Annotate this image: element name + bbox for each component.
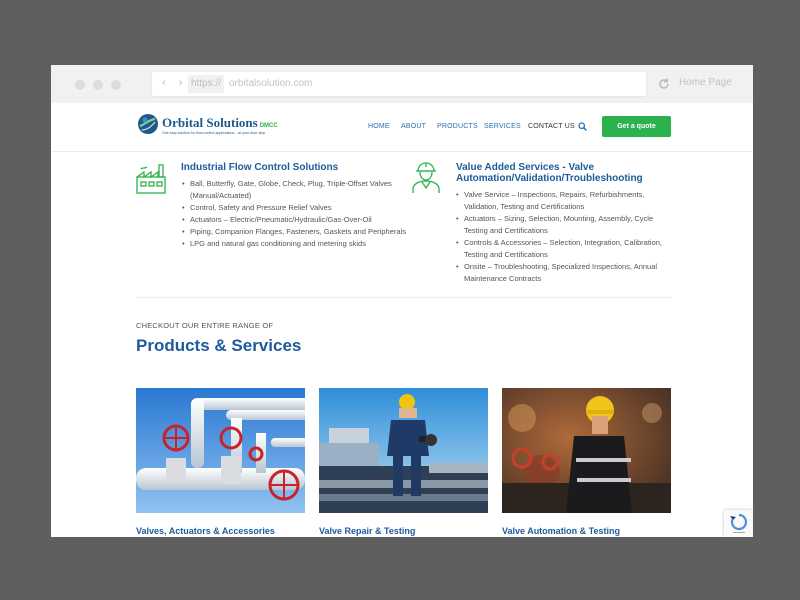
browser-window: ‹ › https:// orbitalsolution.com Home Pa… [51, 65, 753, 537]
card-title-automation[interactable]: Valve Automation & Testing [502, 526, 620, 536]
range-eyebrow: CHECKOUT OUR ENTIRE RANGE OF [136, 321, 274, 330]
nav-contact-us[interactable]: CONTACT US [528, 123, 575, 130]
recaptcha-icon [730, 513, 748, 533]
logo-suffix: DMCC [259, 123, 278, 129]
logo-name-text: Orbital Solutions [162, 115, 258, 130]
list-item: Valve Service – Inspections, Repairs, Re… [456, 189, 671, 213]
window-close-control[interactable] [75, 80, 85, 90]
recaptcha-badge[interactable] [724, 510, 753, 537]
globe-logo-icon[interactable] [137, 113, 159, 135]
range-title: Products & Services [136, 336, 302, 355]
card-title-valves[interactable]: Valves, Actuators & Accessories [136, 526, 275, 536]
list-item: Controls & Accessories – Selection, Inte… [456, 237, 671, 261]
list-item: LPG and natural gas conditioning and met… [182, 238, 422, 250]
card-image-valves[interactable] [136, 388, 305, 513]
window-minimize-control[interactable] [93, 80, 103, 90]
card-image-repair[interactable] [319, 388, 488, 513]
service-title-value-added: Value Added Services - Valve Automation/… [456, 162, 643, 184]
worker-helmet-icon [412, 162, 440, 193]
service-title-flow-control: Industrial Flow Control Solutions [181, 162, 339, 173]
service-list-flow-control: Ball, Butterfly, Gate, Globe, Check, Plu… [182, 178, 422, 250]
nav-about[interactable]: ABOUT [401, 123, 426, 130]
reload-icon[interactable] [657, 77, 671, 91]
site-header: Orbital Solutions DMCC One stop solution … [51, 103, 753, 152]
url-scheme: https:// [188, 75, 225, 93]
logo-tagline: One stop solution for flow control appli… [162, 131, 266, 135]
home-page-link[interactable]: Home Page [679, 77, 732, 88]
logo-name[interactable]: Orbital Solutions DMCC [162, 115, 278, 131]
browser-toolbar: ‹ › https:// orbitalsolution.com Home Pa… [51, 65, 753, 103]
section-divider [136, 297, 671, 298]
nav-services[interactable]: SERVICES [484, 123, 521, 130]
card-title-repair[interactable]: Valve Repair & Testing [319, 526, 415, 536]
list-item: Ball, Butterfly, Gate, Globe, Check, Plu… [182, 178, 422, 202]
nav-home[interactable]: HOME [368, 123, 390, 130]
list-item: Actuators – Sizing, Selection, Mounting,… [456, 213, 671, 237]
list-item: Onsite – Troubleshooting, Specialized In… [456, 261, 671, 285]
back-forward-icons[interactable]: ‹ › [162, 77, 187, 89]
card-image-automation[interactable] [502, 388, 671, 513]
address-bar[interactable]: ‹ › https:// orbitalsolution.com [152, 72, 646, 96]
search-icon[interactable] [578, 122, 587, 131]
list-item: Piping, Companion Flanges, Fasteners, Ga… [182, 226, 422, 238]
url-host: orbitalsolution.com [229, 78, 313, 89]
nav-products[interactable]: PRODUCTS [437, 123, 478, 130]
get-a-quote-button[interactable]: Get a quote [602, 116, 671, 137]
list-item: Actuators – Electric/Pneumatic/Hydraulic… [182, 214, 422, 226]
list-item: Control, Safety and Pressure Relief Valv… [182, 202, 422, 214]
service-list-value-added: Valve Service – Inspections, Repairs, Re… [456, 189, 671, 285]
window-maximize-control[interactable] [111, 80, 121, 90]
factory-icon [136, 164, 166, 194]
